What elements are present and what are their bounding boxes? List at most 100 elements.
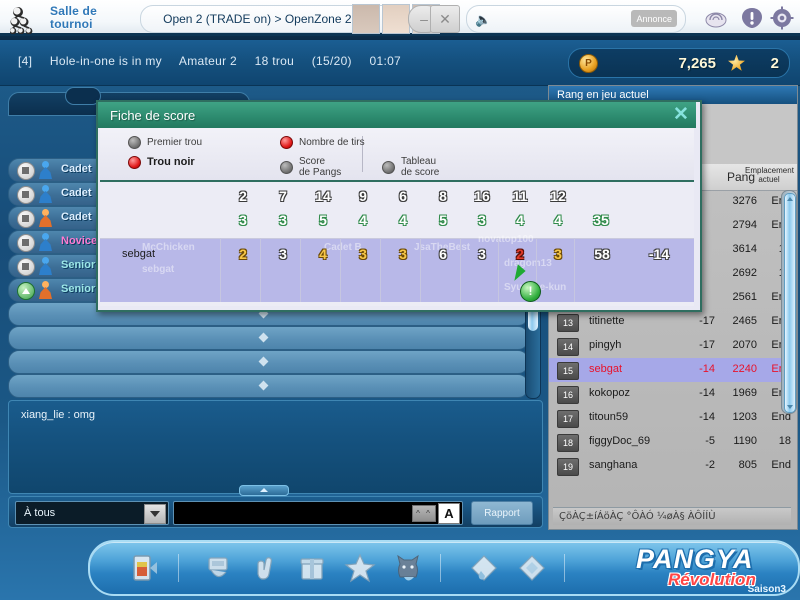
pawn-icon	[39, 233, 52, 251]
slot-divider-icon	[258, 332, 269, 343]
chat-resize-handle[interactable]	[239, 485, 289, 496]
alert-icon[interactable]	[740, 6, 764, 30]
option-label-line1: Score	[299, 156, 326, 167]
row-rank-badge: 18	[557, 434, 579, 452]
player-hole-score: 2	[239, 246, 247, 262]
close-button[interactable]: ✕	[430, 5, 460, 33]
star-icon	[728, 54, 745, 71]
option-score-de-pangs[interactable]: Score de Pangs	[280, 156, 341, 178]
slot-toggle-icon[interactable]	[17, 210, 35, 228]
slot-divider-icon	[258, 380, 269, 391]
player-name: Cadet	[61, 211, 92, 223]
row-rank-badge: 14	[557, 338, 579, 356]
exit-icon[interactable]	[128, 552, 160, 584]
row-location: 18	[778, 435, 791, 447]
player-thumbnail[interactable]	[352, 4, 380, 34]
rank-row[interactable]: 13 titinette -17 2465 End	[549, 310, 791, 334]
chevron-down-icon[interactable]	[144, 504, 166, 524]
hole-number: 7	[279, 188, 287, 204]
radio-icon-selected[interactable]	[280, 136, 293, 149]
rank-row[interactable]: 14 pingyh -17 2070 End	[549, 334, 791, 358]
dialog-close-icon[interactable]: ✕	[670, 105, 692, 125]
chat-input[interactable]: ^ ^ A	[173, 501, 463, 525]
option-label: Trou noir	[147, 156, 195, 168]
player-thumbnail[interactable]	[382, 4, 410, 34]
top-bar: Salle de tournoi Open 2 (TRADE on) > Ope…	[0, 0, 800, 40]
player-slot-empty[interactable]	[8, 326, 529, 350]
chat-channel-select[interactable]: À tous	[15, 501, 169, 525]
rank-row[interactable]: 16 kokopoz -14 1969 End	[549, 382, 791, 406]
dialog-title-bar: Fiche de score	[98, 102, 696, 128]
par-value: 3	[239, 212, 247, 228]
info-room-title: Hole-in-one is in my	[49, 54, 162, 68]
brand-season: Saison3	[747, 584, 786, 595]
rank-row-self[interactable]: 15 sebgat -14 2240 End	[549, 358, 791, 382]
shell-icon[interactable]	[704, 6, 728, 30]
hole-number: 14	[315, 188, 331, 204]
par-value: 3	[478, 212, 486, 228]
par-total: 35	[593, 212, 609, 228]
option-premier-trou[interactable]: Premier trou	[128, 136, 202, 149]
ghost-name: novatop100	[478, 234, 534, 245]
par-value: 5	[319, 212, 327, 228]
pawn-icon	[39, 281, 52, 299]
radio-icon[interactable]	[128, 136, 141, 149]
player-hole-score: 6	[439, 246, 447, 262]
row-score: -2	[705, 459, 715, 471]
player-hole-score: 3	[279, 246, 287, 262]
hole-number: 16	[474, 188, 490, 204]
cursor-alert-icon: !	[520, 281, 541, 302]
gear-icon[interactable]	[770, 6, 794, 30]
font-button[interactable]: A	[438, 503, 460, 524]
rank-row[interactable]: 19 sanghana -2 805 End	[549, 454, 791, 478]
radio-icon[interactable]	[280, 160, 293, 174]
pawn-icon	[39, 185, 52, 203]
report-button[interactable]: Rapport	[471, 501, 533, 525]
pet-icon[interactable]	[392, 552, 424, 584]
rank-list-scrollbar[interactable]	[781, 190, 797, 414]
gift-icon[interactable]	[296, 552, 328, 584]
row-name: sanghana	[589, 459, 638, 471]
rank-row[interactable]: 18 figgyDoc_69 -5 1190 18	[549, 430, 791, 454]
score-grid: McChicken Cadet B JsaTheBest sebgat nova…	[100, 182, 694, 306]
radio-icon-selected[interactable]	[128, 156, 141, 169]
option-trou-noir[interactable]: Trou noir	[128, 156, 195, 169]
par-value: 4	[554, 212, 562, 228]
info-bar: [4] Hole-in-one is in my Amateur 2 18 tr…	[0, 40, 800, 86]
radio-icon[interactable]	[382, 160, 395, 174]
card-icon[interactable]	[516, 552, 548, 584]
rank-row[interactable]: 17 titoun59 -14 1203 End	[549, 406, 791, 430]
pang-coin-icon: P	[579, 53, 598, 73]
player-name: Cadet	[61, 187, 92, 199]
slot-toggle-icon[interactable]	[17, 234, 35, 252]
hand-icon[interactable]	[248, 552, 280, 584]
caddie-icon[interactable]	[202, 552, 234, 584]
option-label-multiline: Score de Pangs	[299, 156, 341, 178]
player-name: Novice	[61, 235, 98, 247]
player-hole-score: 2	[516, 246, 524, 262]
slot-toggle-icon[interactable]	[17, 162, 35, 180]
option-nombre-de-tirs[interactable]: Nombre de tirs	[280, 136, 365, 149]
player-slot-empty[interactable]	[8, 374, 529, 398]
slot-ready-icon[interactable]	[17, 282, 35, 300]
player-slot-empty[interactable]	[8, 350, 529, 374]
rank-panel-footer: ÇöÀÇ±íÁöÀÇ °ÔÀÓ ¼øÀ§ ÀÔÍÍÙ	[553, 507, 791, 525]
emoji-button[interactable]: ^ ^	[412, 505, 436, 522]
pang-value: 7,265	[678, 54, 716, 72]
par-value: 4	[516, 212, 524, 228]
row-pang: 3276	[732, 195, 757, 207]
option-tableau-de-score[interactable]: Tableau de score	[382, 156, 439, 178]
hole-number: 8	[439, 188, 447, 204]
row-score: -14	[699, 363, 715, 375]
col-location-line1: Emplacement	[745, 166, 794, 175]
scrollbar-thumb[interactable]	[784, 193, 796, 413]
item-icon[interactable]	[468, 552, 500, 584]
star-icon[interactable]	[344, 552, 376, 584]
par-value: 5	[439, 212, 447, 228]
col-location-line2: actuel	[758, 175, 780, 184]
slot-toggle-icon[interactable]	[17, 258, 35, 276]
announce-bar[interactable]: 🔈 Annonce	[466, 5, 686, 33]
player-name: Cadet	[61, 163, 92, 175]
slot-toggle-icon[interactable]	[17, 186, 35, 204]
game-window: Salle de tournoi Open 2 (TRADE on) > Ope…	[0, 0, 800, 600]
